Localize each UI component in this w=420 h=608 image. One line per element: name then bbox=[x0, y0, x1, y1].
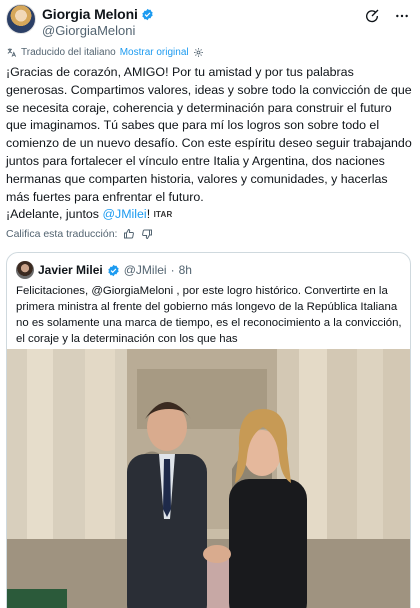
quoted-tweet-photo[interactable] bbox=[7, 349, 410, 608]
translate-icon bbox=[7, 48, 17, 57]
tweet-closing-line: ¡Adelante, juntos @JMilei! ITAR bbox=[6, 206, 412, 224]
thumbs-up-icon[interactable] bbox=[123, 228, 135, 240]
rate-translation-label: Califica esta traducción: bbox=[6, 228, 118, 240]
quoted-tweet-header: Javier Milei @JMilei · 8h bbox=[16, 261, 192, 279]
gear-icon[interactable] bbox=[193, 47, 204, 58]
header-actions bbox=[364, 8, 410, 24]
mention-link[interactable]: @JMilei bbox=[102, 207, 146, 221]
translation-info: Traducido del italiano Mostrar original bbox=[6, 47, 204, 58]
avatar[interactable] bbox=[6, 4, 36, 34]
avatar[interactable] bbox=[16, 261, 34, 279]
tweet-body: ¡Gracias de corazón, AMIGO! Por tu amist… bbox=[6, 65, 416, 204]
quoted-timestamp[interactable]: 8h bbox=[179, 263, 192, 277]
verified-badge-icon bbox=[108, 264, 119, 276]
quoted-author-handle[interactable]: @JMilei bbox=[124, 263, 167, 277]
grok-icon[interactable] bbox=[364, 8, 380, 24]
thumbs-down-icon[interactable] bbox=[141, 228, 153, 240]
translated-label: Traducido del italiano bbox=[21, 47, 116, 58]
quoted-tweet[interactable]: Javier Milei @JMilei · 8h Felicitaciones… bbox=[6, 252, 411, 608]
photo-illustration bbox=[7, 349, 410, 608]
more-icon[interactable] bbox=[394, 8, 410, 24]
author-name[interactable]: Giorgia Meloni bbox=[42, 6, 138, 22]
tweet-closing: ¡Adelante, juntos bbox=[6, 207, 103, 222]
quoted-author-name[interactable]: Javier Milei bbox=[38, 263, 103, 277]
tweet-text: ¡Gracias de corazón, AMIGO! Por tu amist… bbox=[6, 64, 412, 224]
tweet-closing-end: ! bbox=[146, 207, 151, 222]
rate-translation: Califica esta traducción: bbox=[6, 228, 153, 240]
flag-emoji: ITAR bbox=[153, 210, 173, 220]
author-handle[interactable]: @GiorgiaMeloni bbox=[42, 23, 135, 38]
separator-dot: · bbox=[170, 263, 175, 277]
author-name-row: Giorgia Meloni bbox=[42, 6, 154, 22]
verified-badge-icon bbox=[142, 8, 153, 20]
show-original-link[interactable]: Mostrar original bbox=[120, 47, 189, 58]
tweet-header: Giorgia Meloni @GiorgiaMeloni bbox=[6, 4, 414, 40]
quoted-tweet-text: Felicitaciones, @GiorgiaMeloni , por est… bbox=[16, 285, 402, 345]
